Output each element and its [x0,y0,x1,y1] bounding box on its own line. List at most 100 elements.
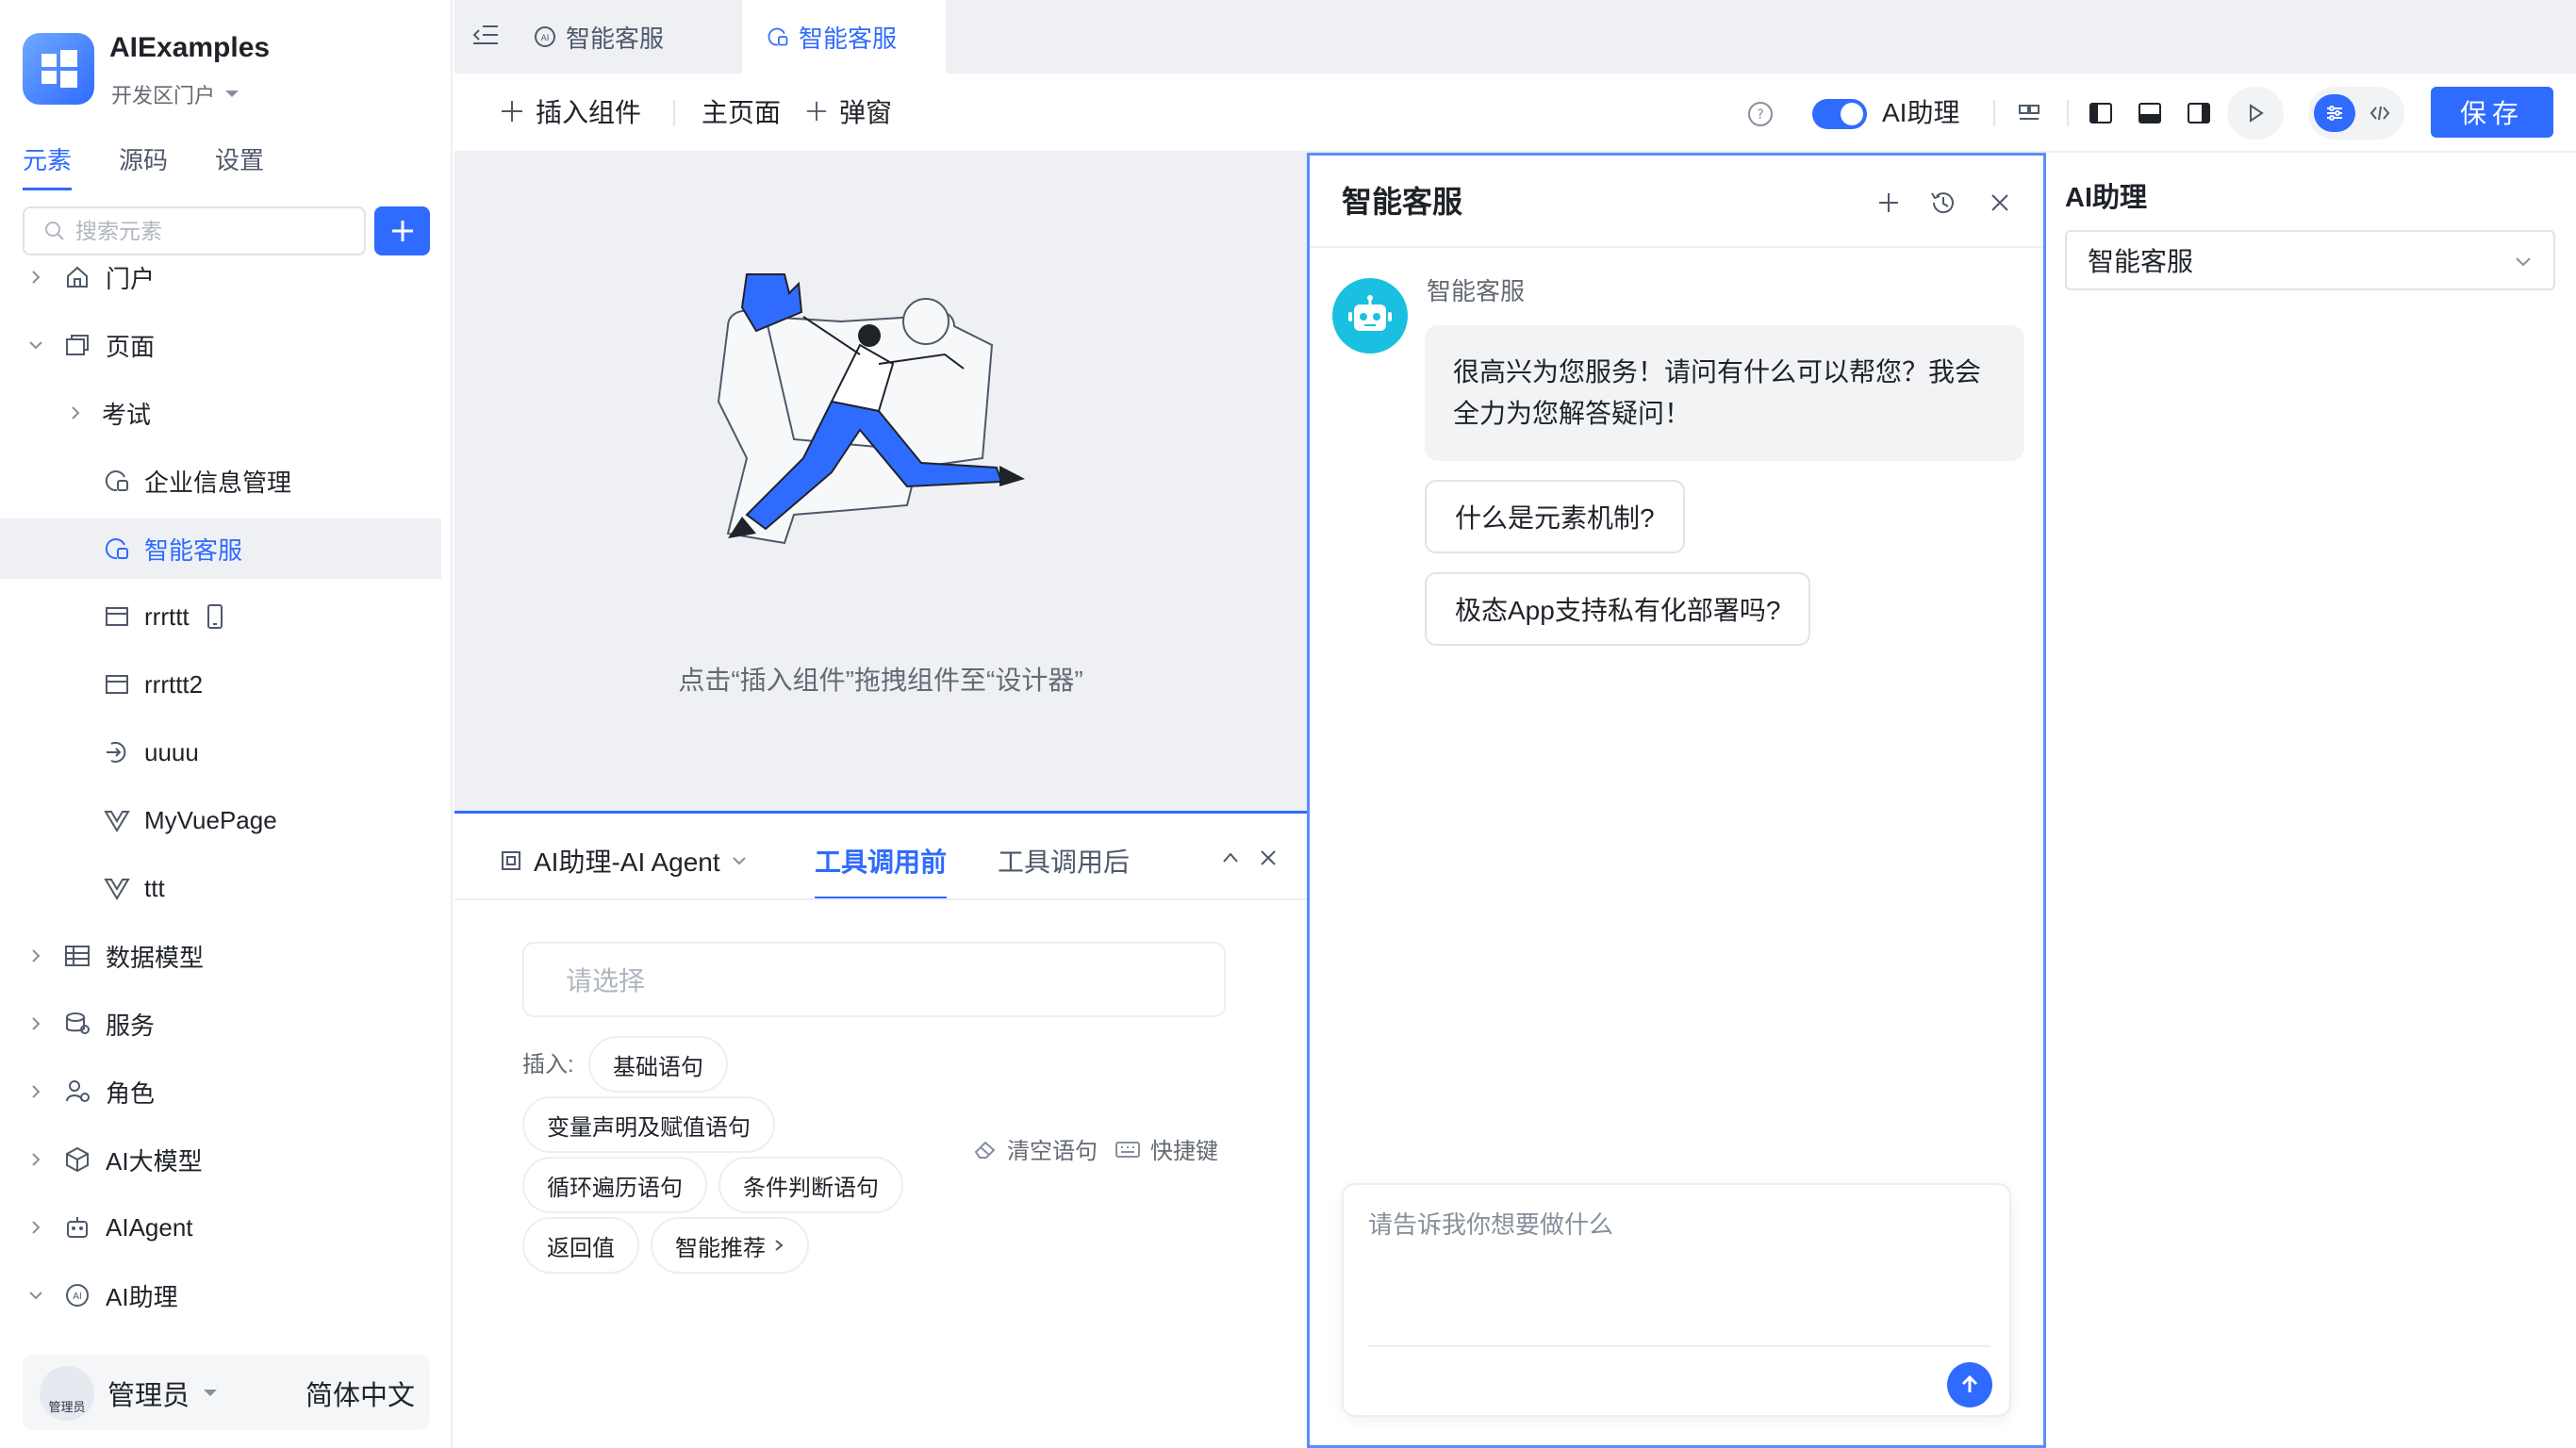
tree-item-label: 门户 [106,264,156,293]
toggle-left-panel-button[interactable] [2078,92,2123,134]
chip-smart-recommend[interactable]: 智能推荐 [651,1217,809,1274]
ai-page-icon [105,538,128,560]
history-icon[interactable] [1926,186,1960,220]
tab-settings[interactable]: 设置 [215,141,264,190]
tree-item-smart-service[interactable]: 智能客服 [0,518,441,579]
chevron-right-icon[interactable] [26,268,45,287]
toggle-right-panel-button[interactable] [2176,92,2221,134]
ai-assistant-toggle[interactable] [1812,99,1867,129]
chip-variable-declaration[interactable]: 变量声明及赋值语句 [522,1096,775,1153]
ai-page-icon [768,27,788,46]
tree-item-exam[interactable]: 考试 [0,383,441,443]
chevron-down-icon[interactable] [26,336,45,354]
tree-item-rrrttt[interactable]: rrrttt [0,586,441,647]
user-menu[interactable]: 管理员 [107,1374,218,1413]
chevron-up-icon[interactable] [1220,847,1241,868]
language-select[interactable]: 简体中文 [305,1374,415,1413]
suggestion-chip[interactable]: 极态App支持私有化部署吗? [1425,572,1811,646]
tree-item-ai-assistant[interactable]: AI AI助理 [0,1265,441,1325]
tree-item-pages[interactable]: 页面 [0,315,441,375]
chat-input[interactable] [1368,1206,1981,1338]
clear-statement-button[interactable]: 清空语句 [973,1132,1098,1165]
database-icon [66,1012,90,1034]
tree-item-enterprise-info[interactable]: 企业信息管理 [0,451,441,511]
clear-statement-label: 清空语句 [1007,1139,1098,1164]
tool-select[interactable]: 请选择 [522,942,1226,1017]
portal-select[interactable]: 开发区门户 [111,79,239,109]
help-icon[interactable]: ? [1746,100,1775,128]
save-button[interactable]: 保存 [2431,87,2553,138]
tab-label: 智能客服 [566,24,665,53]
tree-item-roles[interactable]: 角色 [0,1061,441,1122]
design-mode-button[interactable] [2314,94,2355,132]
chevron-right-icon[interactable] [26,1150,45,1169]
chip-loop-statement[interactable]: 循环遍历语句 [522,1157,707,1213]
insert-component-button[interactable]: 插入组件 [500,92,641,130]
tree-item-ttt[interactable]: ttt [0,858,441,918]
app-name: AIExamples [109,32,271,63]
close-icon[interactable] [1983,186,2017,220]
mobile-icon [207,604,223,629]
properties-title: AI助理 [2065,183,2148,213]
caret-down-icon [225,90,239,97]
bot-avatar [1332,278,1408,354]
tree-item-label: 页面 [106,332,156,361]
chat-title: 智能客服 [1342,185,1463,219]
agent-select[interactable]: AI助理-AI Agent [500,842,747,880]
insert-component-label: 插入组件 [536,98,642,127]
popup-label: 弹窗 [839,98,893,127]
send-button[interactable] [1947,1362,1992,1407]
code-mode-button[interactable] [2359,94,2401,132]
toggle-bottom-panel-button[interactable] [2127,92,2172,134]
tab-after-tool-call[interactable]: 工具调用后 [998,842,1130,897]
tab-source[interactable]: 源码 [119,141,168,190]
design-canvas[interactable]: 点击“插入组件”拖拽组件至“设计器” [454,153,1307,813]
tree-item-aiagent[interactable]: AIAgent [0,1197,441,1258]
form-page-icon [106,607,128,626]
popup-button[interactable]: 弹窗 [805,92,892,130]
search-input[interactable] [75,218,321,244]
shortcut-button[interactable]: 快捷键 [1115,1132,1218,1165]
layout-grid-button[interactable] [2006,92,2052,134]
chevron-down-icon[interactable] [26,1286,45,1305]
chevron-right-icon[interactable] [26,946,45,965]
collapse-sidebar-icon[interactable] [471,21,500,49]
vue-icon [104,811,130,832]
chevron-right-icon[interactable] [26,1082,45,1101]
close-icon[interactable] [1258,847,1279,868]
tree-item-label: 智能客服 [144,535,243,565]
empty-hint: 点击“插入组件”拖拽组件至“设计器” [678,666,1083,695]
tree-item-portal[interactable]: 门户 [0,247,441,307]
chevron-right-icon[interactable] [26,1218,45,1237]
avatar[interactable]: 管理员 [40,1366,94,1421]
chip-return-value[interactable]: 返回值 [522,1217,639,1274]
suggestion-chip[interactable]: 什么是元素机制? [1425,480,1685,553]
chip-condition-statement[interactable]: 条件判断语句 [718,1157,903,1213]
tree-item-ai-models[interactable]: AI大模型 [0,1129,441,1190]
app-logo [23,33,94,105]
main-page-button[interactable]: 主页面 [702,92,781,130]
chevron-right-icon[interactable] [26,1014,45,1033]
tab-before-tool-call[interactable]: 工具调用前 [815,842,948,900]
chevron-right-icon[interactable] [66,403,85,422]
empty-state-illustration [717,273,1025,545]
tree-item-label: 服务 [106,1011,156,1040]
play-icon [2250,104,2264,123]
tree-item-uuuu[interactable]: uuuu [0,722,441,782]
tree-item-rrrttt2[interactable]: rrrttt2 [0,654,441,715]
tab-elements[interactable]: 元素 [23,141,73,190]
plus-icon [806,101,827,122]
tree-item-services[interactable]: 服务 [0,994,441,1054]
new-chat-icon[interactable] [1872,186,1906,220]
tab-smart-service-page[interactable]: 智能客服 [742,0,946,74]
tree-item-myvuepage[interactable]: MyVuePage [0,790,441,850]
chip-basic-statement[interactable]: 基础语句 [588,1036,728,1093]
hook-editor-panel: AI助理-AI Agent 工具调用前 工具调用后 请选择 插入: 基础语句 变… [454,811,1307,1448]
avatar-caption: 管理员 [48,1400,86,1414]
vue-icon [104,879,130,900]
tab-smart-service-ai[interactable]: AI 智能客服 [534,0,703,74]
assistant-select[interactable]: 智能客服 [2065,230,2555,290]
tree-item-data-model[interactable]: 数据模型 [0,926,441,986]
tree-item-label: 数据模型 [106,943,205,972]
preview-button[interactable] [2227,87,2284,140]
